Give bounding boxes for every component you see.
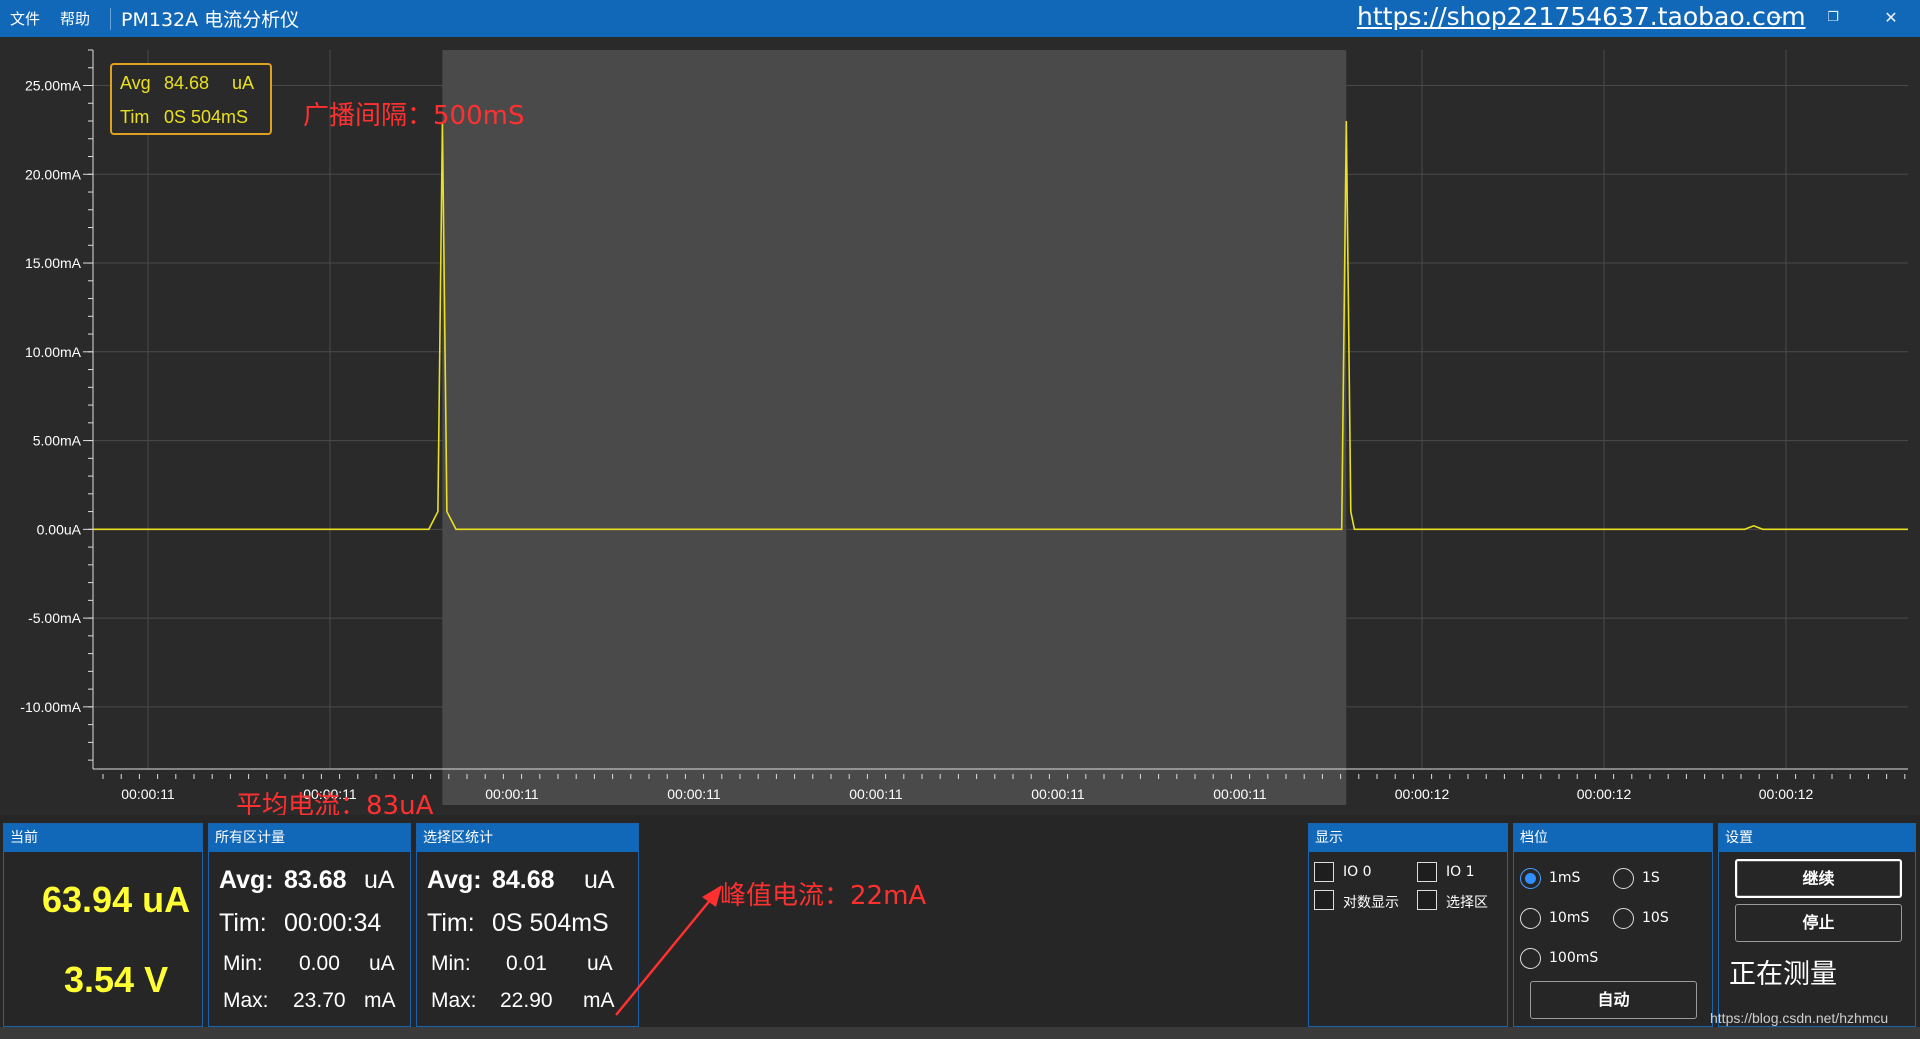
overlay-avg-value: 84.68 <box>164 73 210 93</box>
radio-1ms[interactable] <box>1520 868 1541 889</box>
panel-range-title: 档位 <box>1514 824 1712 852</box>
y-tick-label: 15.00mA <box>25 255 82 271</box>
x-tick-label: 00:00:12 <box>1759 786 1814 802</box>
x-tick-label: 00:00:11 <box>1213 786 1267 802</box>
sel-tim-label: Tim: <box>427 909 475 937</box>
restore-icon[interactable]: ❐ <box>1818 6 1848 30</box>
overlay-stats-box: Avg 84.68 uA Tim 0S 504mS <box>110 63 272 135</box>
sel-avg-label: Avg: <box>427 866 482 894</box>
sel-tim-value: 0S 504mS <box>492 909 609 937</box>
sel-min-value: 0.01 <box>506 952 547 975</box>
auto-button[interactable]: 自动 <box>1530 981 1697 1019</box>
panel-current: 当前 63.94 uA 3.54 V <box>3 823 203 1027</box>
title-separator <box>110 7 112 30</box>
current-reading: 63.94 uA <box>42 879 191 920</box>
chart-area[interactable]: 25.00mA 20.00mA 15.00mA 10.00mA 5.00mA 0.00uA… <box>0 37 1920 821</box>
current-waveform-chart[interactable]: 25.00mA 20.00mA 15.00mA 10.00mA 5.00mA 0.00uA… <box>0 37 1920 812</box>
annotation-arrow-icon <box>615 885 722 1016</box>
all-max-label: Max: <box>223 989 269 1012</box>
all-min-label: Min: <box>223 952 263 975</box>
panel-settings-title: 设置 <box>1719 824 1915 852</box>
overlay-tim-value: 0S 504mS <box>164 107 249 127</box>
close-icon[interactable]: ✕ <box>1876 6 1906 30</box>
bottom-panel-area: 当前 63.94 uA 3.54 V 所有区计量 Avg: 83.68 uA T… <box>0 815 1920 1027</box>
overlay-avg-label: Avg <box>120 73 151 93</box>
sel-avg-value: 84.68 <box>492 866 555 894</box>
minimize-icon[interactable]: ─ <box>1762 6 1792 30</box>
menu-help[interactable]: 帮助 <box>50 8 100 29</box>
select-area-label: 选择区 <box>1446 895 1488 911</box>
x-tick-label: 00:00:11 <box>667 786 721 802</box>
io1-label: IO 1 <box>1446 864 1475 880</box>
x-tick-label: 00:00:11 <box>121 786 175 802</box>
panel-range: 档位 1mS 1S 10mS 10S 100mS 自动 <box>1513 823 1713 1027</box>
radio-10s-label: 10S <box>1642 910 1669 926</box>
radio-10ms[interactable] <box>1520 908 1541 929</box>
x-tick-label: 00:00:11 <box>1031 786 1085 802</box>
select-area-checkbox[interactable] <box>1417 890 1437 910</box>
panel-all-stats: 所有区计量 Avg: 83.68 uA Tim: 00:00:34 Min: 0… <box>208 823 411 1027</box>
all-max-value: 23.70 <box>293 989 346 1012</box>
sel-max-value: 22.90 <box>500 989 553 1012</box>
x-tick-label: 00:00:11 <box>849 786 903 802</box>
y-tick-label: 0.00uA <box>37 521 82 537</box>
overlay-tim-label: Tim <box>120 107 150 127</box>
radio-100ms[interactable] <box>1520 948 1541 969</box>
log-display-label: 对数显示 <box>1343 895 1399 911</box>
all-min-unit: uA <box>369 952 395 975</box>
annotation-peak-current: 峰值电流：22mA <box>720 881 927 911</box>
annotation-interval: 广播间隔：500mS <box>303 101 525 131</box>
status-bar <box>0 1027 1920 1039</box>
y-tick-label: 10.00mA <box>25 344 82 360</box>
radio-1s-label: 1S <box>1642 870 1660 886</box>
selection-region <box>442 50 1347 805</box>
radio-100ms-label: 100mS <box>1549 950 1599 966</box>
io0-checkbox[interactable] <box>1314 862 1334 882</box>
all-tim-label: Tim: <box>219 909 267 937</box>
stop-button[interactable]: 停止 <box>1735 904 1902 942</box>
all-min-value: 0.00 <box>299 952 340 975</box>
voltage-reading: 3.54 V <box>64 959 169 1000</box>
panel-current-title: 当前 <box>4 824 202 852</box>
sel-max-label: Max: <box>431 989 477 1012</box>
y-tick-label: -10.00mA <box>20 699 81 715</box>
log-display-checkbox[interactable] <box>1314 890 1334 910</box>
all-avg-unit: uA <box>364 866 395 894</box>
y-tick-label: 5.00mA <box>33 433 82 449</box>
radio-1ms-label: 1mS <box>1549 870 1581 886</box>
continue-button[interactable]: 继续 <box>1735 859 1902 898</box>
panel-display: 显示 IO 0 IO 1 对数显示 选择区 <box>1308 823 1508 1027</box>
all-avg-value: 83.68 <box>284 866 347 894</box>
overlay-avg-unit: uA <box>232 73 255 93</box>
shop-link[interactable]: https://shop221754637.taobao.com <box>1357 2 1806 31</box>
measure-status: 正在测量 <box>1729 959 1837 990</box>
all-max-unit: mA <box>364 989 396 1012</box>
x-tick-label: 00:00:11 <box>485 786 539 802</box>
radio-1s[interactable] <box>1613 868 1634 889</box>
io0-label: IO 0 <box>1343 864 1372 880</box>
y-tick-label: 25.00mA <box>25 78 82 94</box>
panel-selection-title: 选择区统计 <box>417 824 638 852</box>
sel-min-label: Min: <box>431 952 471 975</box>
all-tim-value: 00:00:34 <box>284 909 382 937</box>
io1-checkbox[interactable] <box>1417 862 1437 882</box>
radio-10s[interactable] <box>1613 908 1634 929</box>
sel-min-unit: uA <box>587 952 613 975</box>
x-tick-label: 00:00:12 <box>1577 786 1632 802</box>
radio-10ms-label: 10mS <box>1549 910 1590 926</box>
app-title: PM132A 电流分析仪 <box>121 9 300 31</box>
y-tick-label: 20.00mA <box>25 166 82 182</box>
all-avg-label: Avg: <box>219 866 274 894</box>
title-bar: 文件 帮助 PM132A 电流分析仪 https://shop221754637… <box>0 0 1920 37</box>
x-tick-label: 00:00:12 <box>1395 786 1450 802</box>
panel-all-title: 所有区计量 <box>209 824 410 852</box>
panel-selection-stats: 选择区统计 Avg: 84.68 uA Tim: 0S 504mS Min: 0… <box>416 823 639 1027</box>
panel-display-title: 显示 <box>1309 824 1507 852</box>
watermark: https://blog.csdn.net/hzhmcu <box>1710 1010 1889 1026</box>
menu-file[interactable]: 文件 <box>0 8 50 29</box>
panel-settings: 设置 继续 停止 正在测量 <box>1718 823 1916 1027</box>
y-tick-label: -5.00mA <box>28 610 82 626</box>
y-axis: 25.00mA 20.00mA 15.00mA 10.00mA 5.00mA 0.00uA… <box>20 49 94 769</box>
